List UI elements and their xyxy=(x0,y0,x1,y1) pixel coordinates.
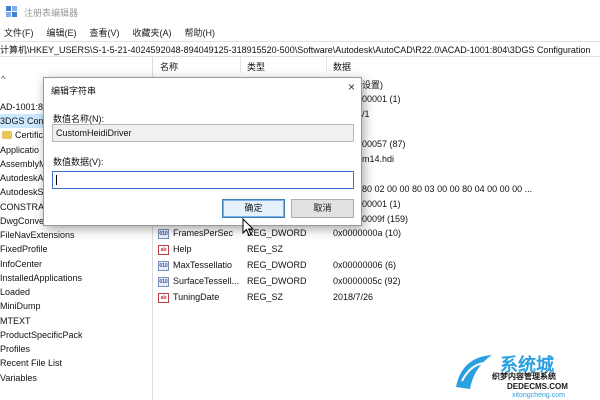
dword-icon: 010 xyxy=(158,277,169,287)
tree-item[interactable]: FileNavExtensions xyxy=(0,228,75,242)
dialog-title: 编辑字符串 xyxy=(51,86,97,96)
text-caret xyxy=(56,175,57,185)
edit-string-dialog: 编辑字符串 × 数值名称(N): CustomHeidiDriver 数值数据(… xyxy=(43,77,362,226)
tree-item[interactable]: Variables xyxy=(0,371,37,385)
tree-item[interactable]: AD-1001:8 xyxy=(0,100,43,114)
menu-help[interactable]: 帮助(H) xyxy=(185,26,216,39)
mouse-cursor-icon xyxy=(242,217,255,237)
tree-item[interactable]: InfoCenter xyxy=(0,257,42,271)
tree-item[interactable]: FixedProfile xyxy=(0,242,48,256)
value-data-label: 数值数据(V): xyxy=(53,157,104,167)
ok-button[interactable]: 确定 xyxy=(222,199,285,218)
watermark-url: DEDECMS.COM xyxy=(507,382,568,391)
table-row[interactable]: ab Help REG_SZ xyxy=(154,242,600,258)
tree-item[interactable]: CONSTRAI xyxy=(0,200,47,214)
value-name-field[interactable]: CustomHeidiDriver xyxy=(52,124,354,142)
column-header-type[interactable]: 类型 xyxy=(247,60,265,73)
tree-item[interactable]: InstalledApplications xyxy=(0,271,82,285)
tree-item[interactable]: Loaded xyxy=(0,285,30,299)
tree-item[interactable]: AutodeskS xyxy=(0,185,44,199)
value-data-input[interactable] xyxy=(52,171,354,189)
tree-item[interactable]: Applicatio xyxy=(0,143,39,157)
system-city-logo-icon xyxy=(456,355,492,389)
tree-item[interactable]: MTEXT xyxy=(0,314,31,328)
watermark-url-secondary: xitongcheng.com xyxy=(512,392,565,399)
tree-item[interactable]: AutodeskA xyxy=(0,171,44,185)
table-row[interactable]: 010 FramesPerSec REG_DWORD 0x0000000a (1… xyxy=(154,226,600,242)
window-titlebar: 注册表编辑器 xyxy=(0,0,600,24)
table-row[interactable]: 010 MaxTessellatio REG_DWORD 0x00000006 … xyxy=(154,258,600,274)
dword-icon: 010 xyxy=(158,229,169,239)
string-icon: ab xyxy=(158,245,169,255)
tree-item[interactable]: ProductSpecificPack xyxy=(0,328,83,342)
tree-item-selected[interactable]: 3DGS Conf xyxy=(0,114,47,128)
tree-item[interactable]: Certific xyxy=(2,128,43,142)
window-title: 注册表编辑器 xyxy=(24,7,79,18)
menu-favorites[interactable]: 收藏夹(A) xyxy=(133,26,172,39)
string-icon: ab xyxy=(158,293,169,303)
menu-edit[interactable]: 编辑(E) xyxy=(47,26,77,39)
tree-item[interactable]: DwgConve xyxy=(0,214,44,228)
collapse-arrow-icon[interactable]: ^ xyxy=(1,74,5,84)
folder-icon xyxy=(2,131,12,139)
column-header-data[interactable]: 数据 xyxy=(333,60,351,73)
values-list-header: 名称 类型 数据 xyxy=(154,57,600,73)
table-row[interactable]: ab TuningDate REG_SZ 2018/7/26 xyxy=(154,290,600,306)
column-header-name[interactable]: 名称 xyxy=(160,60,178,73)
address-bar[interactable]: 计算机\HKEY_USERS\S-1-5-21-4024592048-89404… xyxy=(0,41,600,57)
tree-item[interactable]: Recent File List xyxy=(0,356,62,370)
tree-item[interactable]: AssemblyM xyxy=(0,157,47,171)
watermark: 系统城 织梦内容管理系统 DEDECMS.COM xitongcheng.com xyxy=(452,351,598,399)
table-row[interactable]: 010 SurfaceTessell... REG_DWORD 0x000000… xyxy=(154,274,600,290)
close-icon[interactable]: × xyxy=(348,81,355,93)
watermark-subtitle: 织梦内容管理系统 xyxy=(492,372,556,381)
cancel-button[interactable]: 取消 xyxy=(291,199,354,218)
menu-file[interactable]: 文件(F) xyxy=(4,26,34,39)
menu-bar: 文件(F) 编辑(E) 查看(V) 收藏夹(A) 帮助(H) xyxy=(0,24,600,40)
tree-item[interactable]: Profiles xyxy=(0,342,30,356)
menu-view[interactable]: 查看(V) xyxy=(90,26,120,39)
dword-icon: 010 xyxy=(158,261,169,271)
tree-item[interactable]: MiniDump xyxy=(0,299,41,313)
registry-editor-icon xyxy=(6,6,18,18)
